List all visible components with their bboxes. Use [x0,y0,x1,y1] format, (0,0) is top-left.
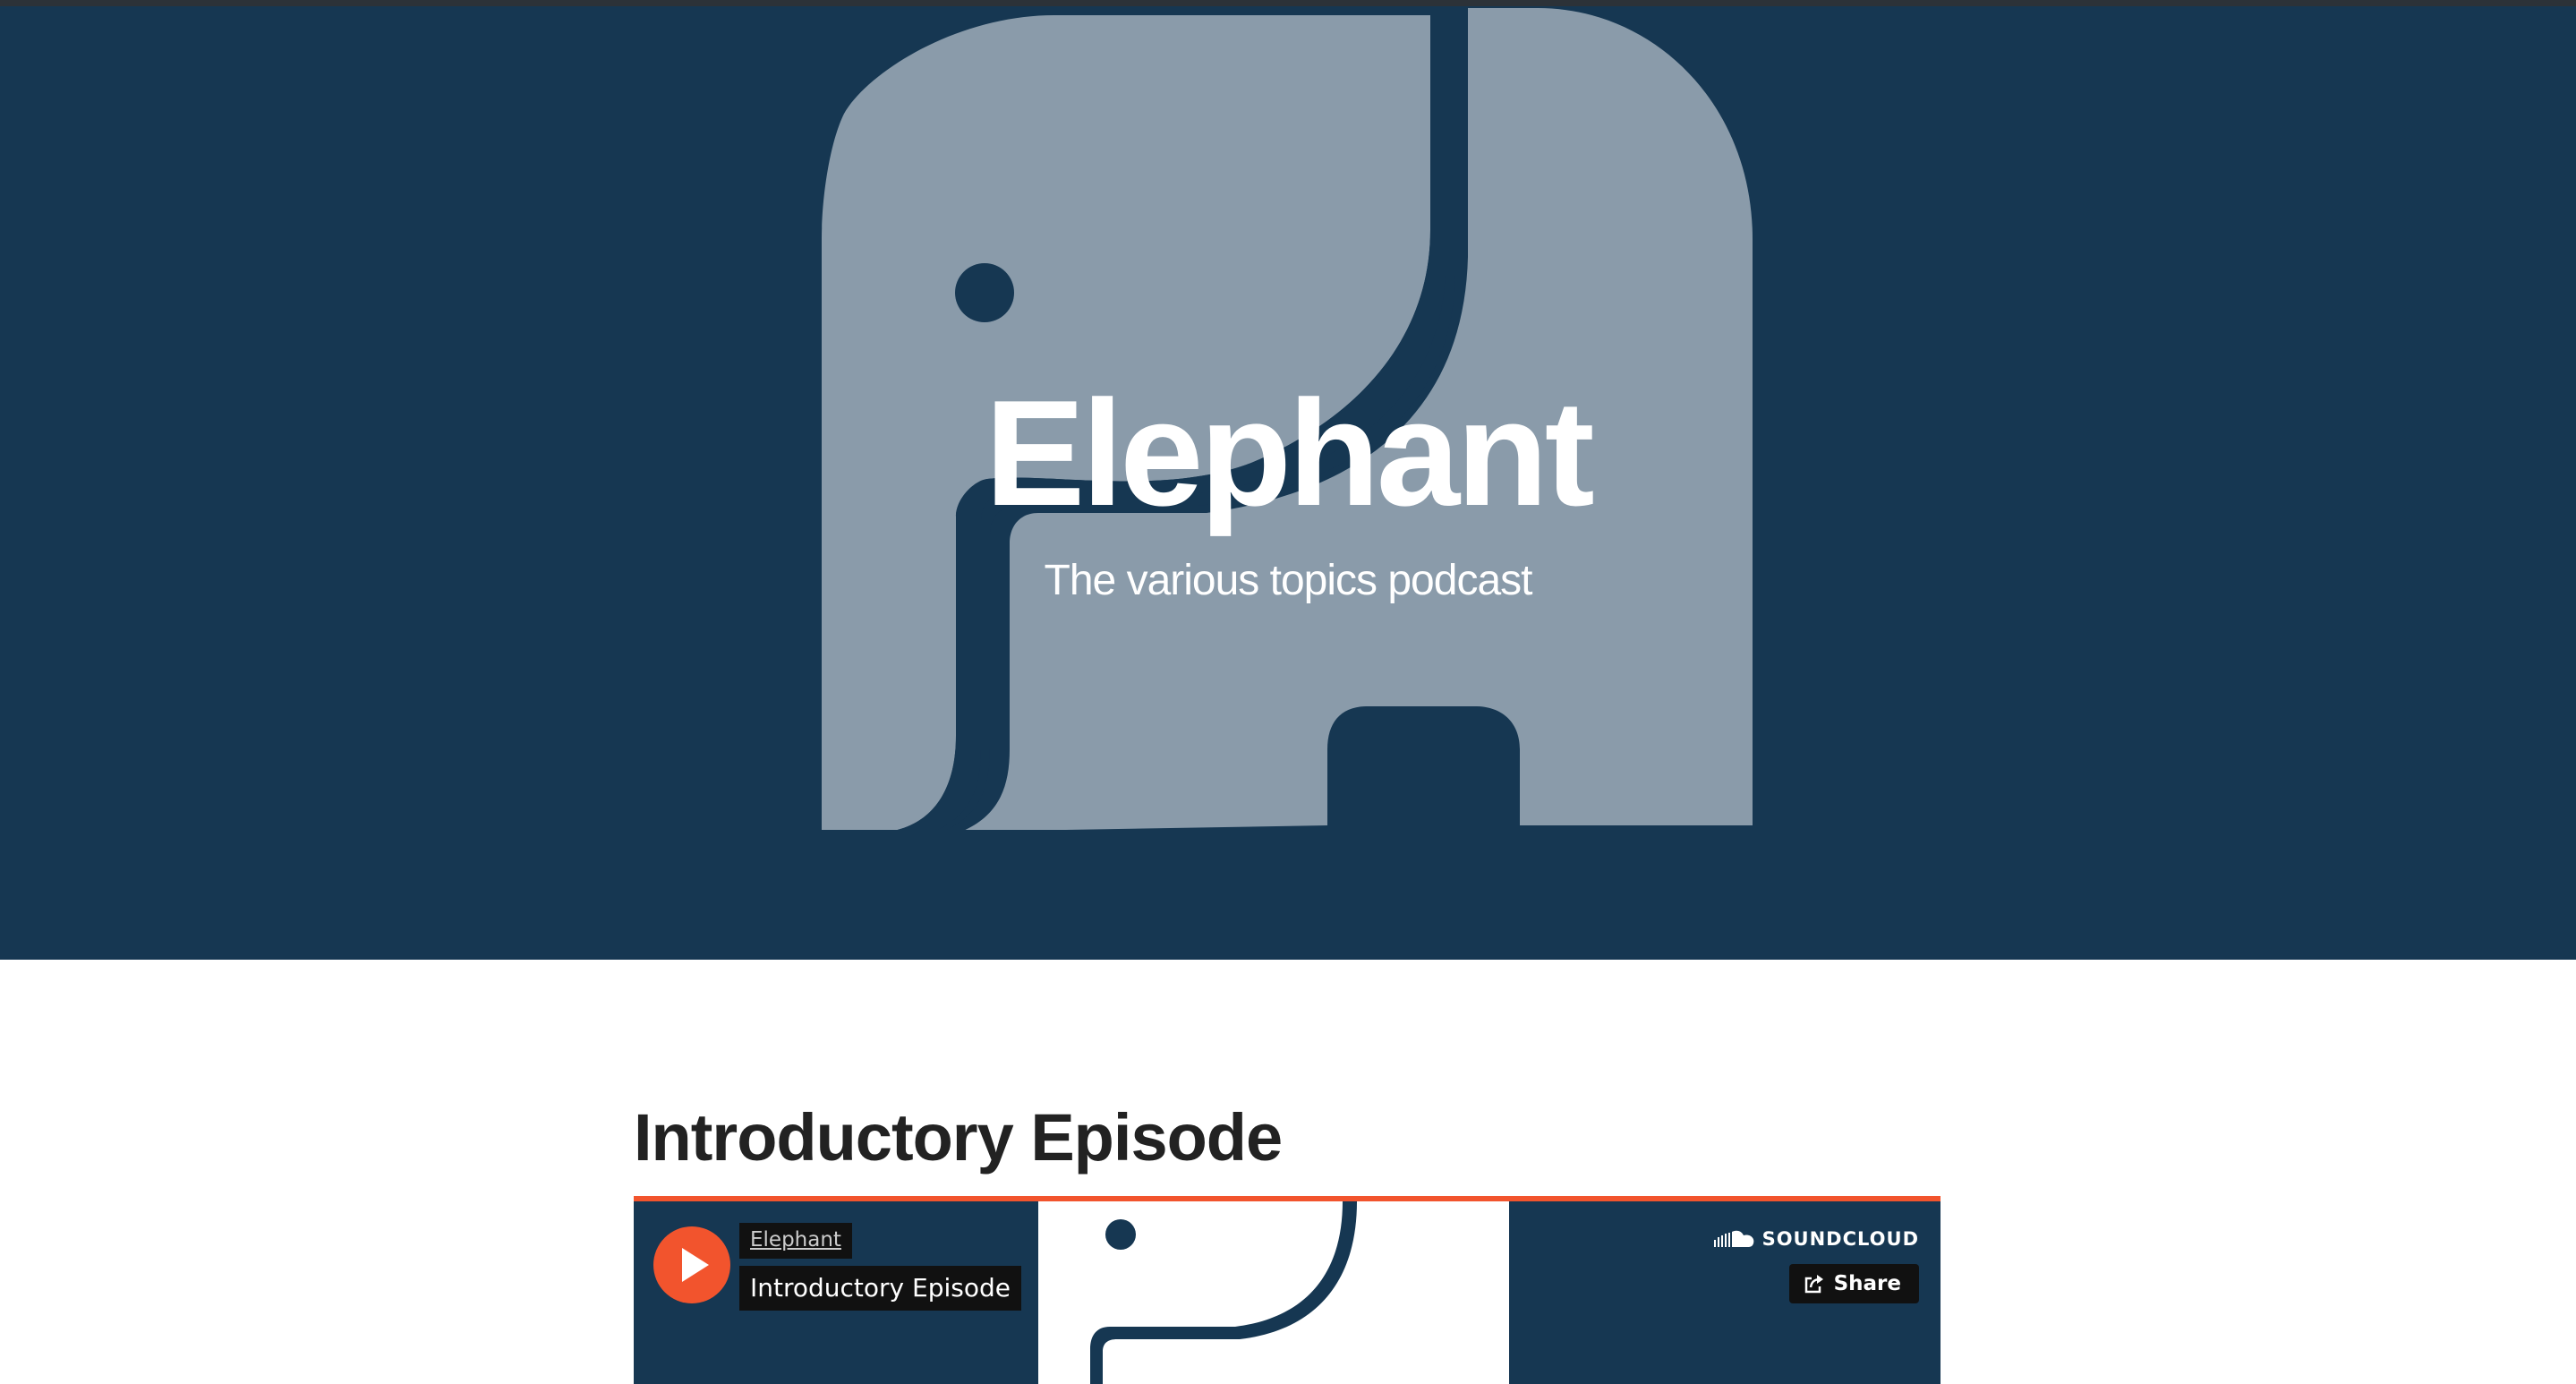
track-artwork [1038,1201,1509,1384]
browser-top-strip [0,0,2576,6]
uploader-link[interactable]: Elephant [739,1223,852,1259]
share-button[interactable]: Share [1788,1264,1919,1303]
soundcloud-icon [1713,1230,1753,1247]
episode-heading: Introductory Episode [634,1100,1283,1175]
share-label: Share [1833,1272,1901,1295]
soundcloud-logo-link[interactable]: SOUNDCLOUD [1713,1228,1919,1250]
hero-banner: Elephant The various topics podcast [0,6,2576,960]
soundcloud-player: Elephant Introductory Episode SOUNDCLOUD… [634,1196,1941,1384]
track-title[interactable]: Introductory Episode [739,1266,1021,1311]
play-icon [682,1248,709,1282]
site-tagline: The various topics podcast [1044,557,1533,604]
play-button[interactable] [653,1226,730,1303]
soundcloud-brand-label: SOUNDCLOUD [1761,1228,1919,1250]
site-title: Elephant [985,369,1594,537]
artwork-elephant-icon [1090,1201,1357,1384]
share-icon [1804,1275,1823,1294]
